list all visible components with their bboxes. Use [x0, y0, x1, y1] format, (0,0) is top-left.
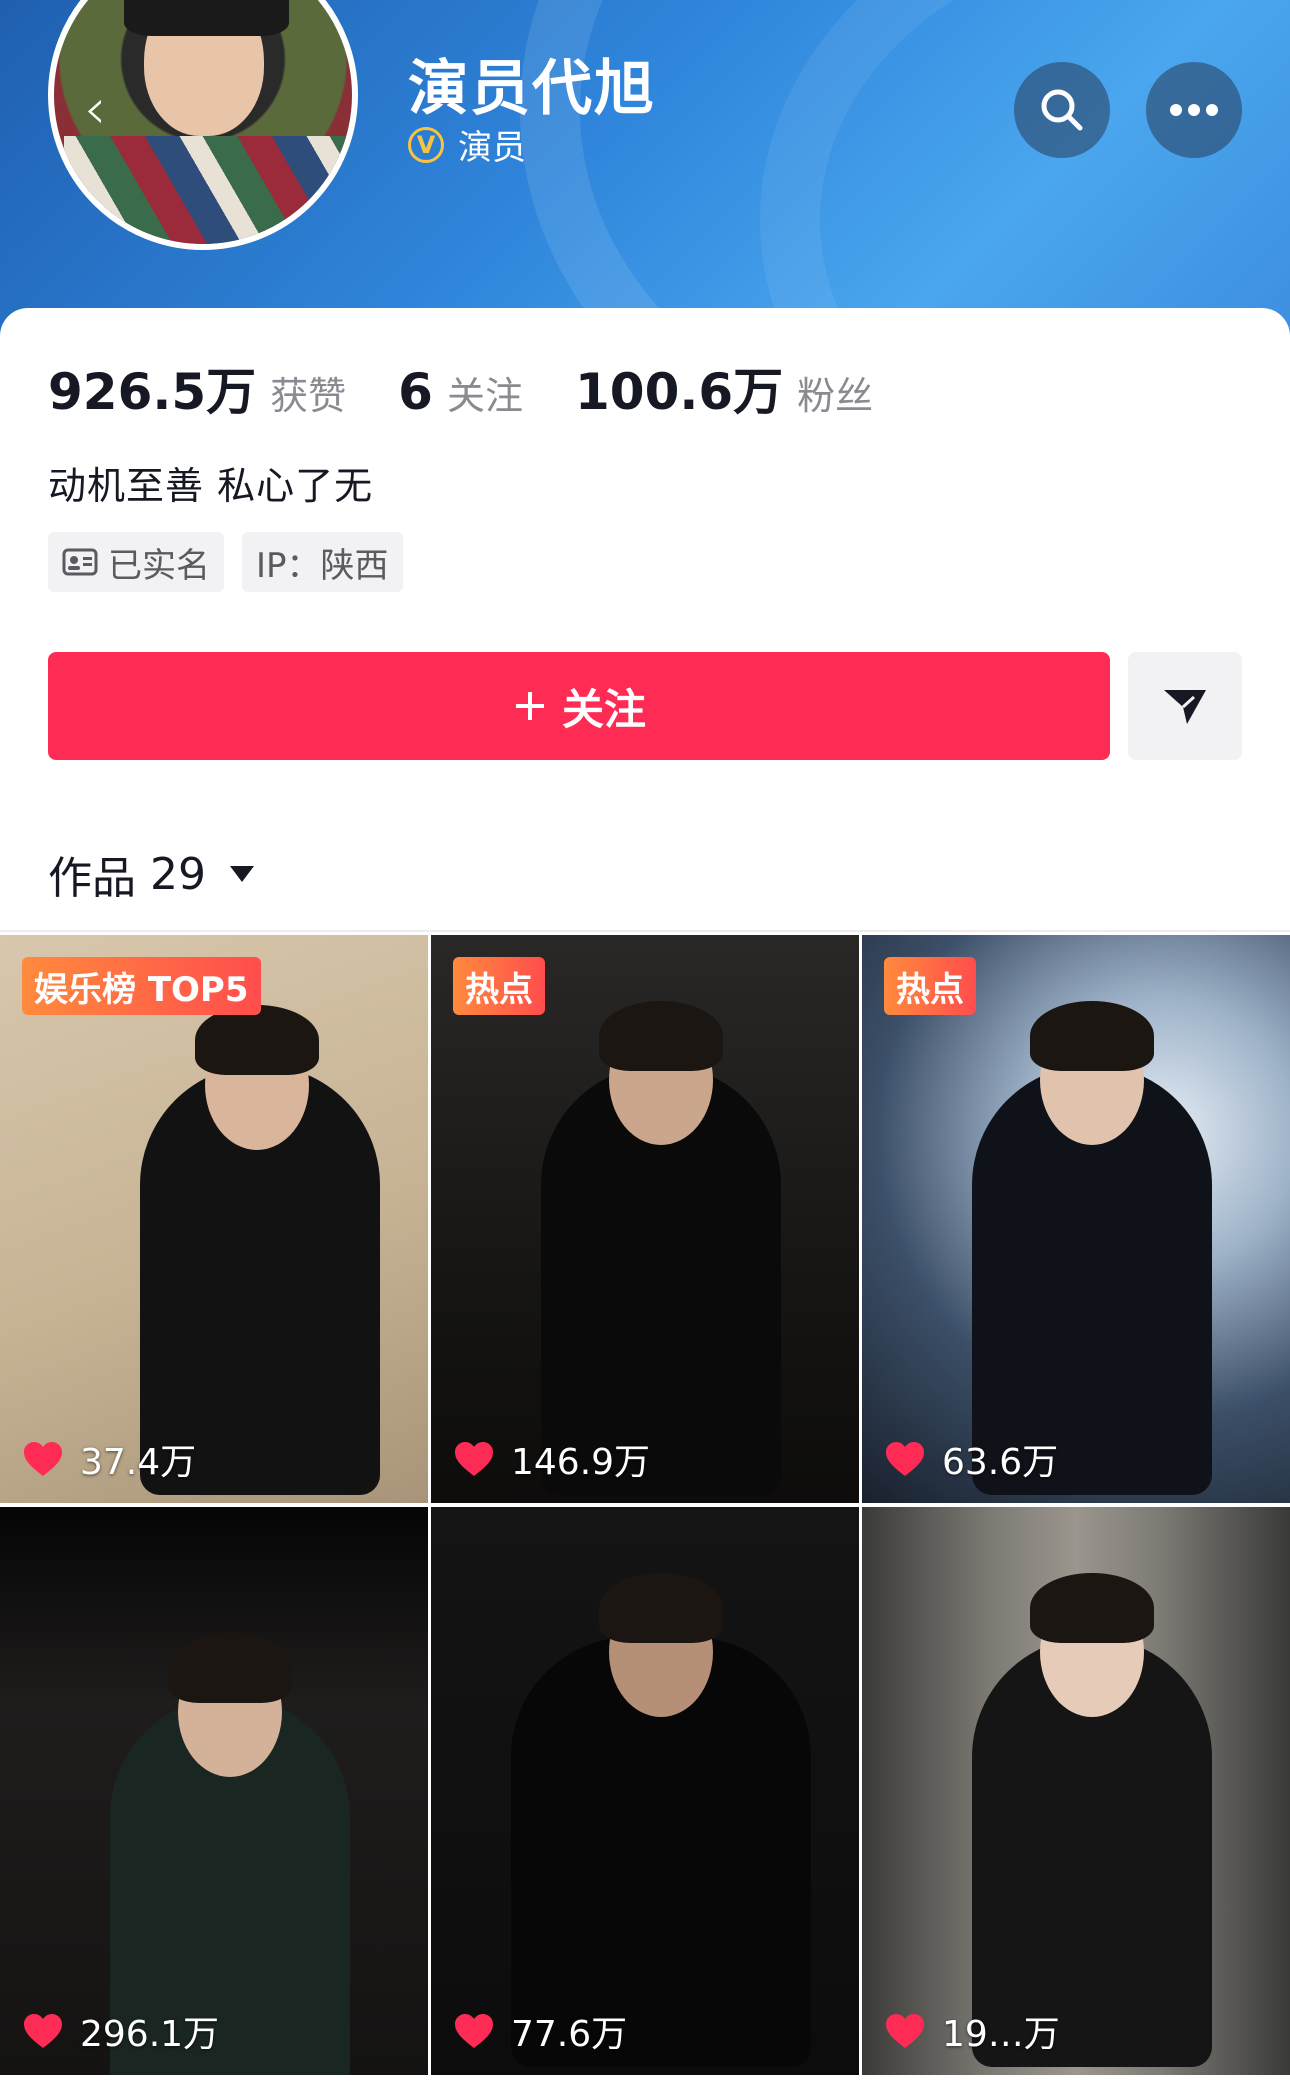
video-card[interactable]: 热点 146.9万 — [431, 935, 859, 1503]
verified-icon: V — [408, 126, 444, 163]
heart-icon — [24, 2014, 62, 2048]
stat-label: 获赞 — [270, 374, 347, 418]
follow-label: 关注 — [561, 684, 646, 734]
likes-count: 19…万 — [942, 2014, 1060, 2055]
verification: V 演员 — [408, 120, 526, 169]
more-icon — [1170, 104, 1218, 116]
likes-count: 37.4万 — [80, 1442, 197, 1483]
more-button[interactable] — [1146, 62, 1242, 158]
plus-icon — [515, 692, 544, 720]
likes-count: 63.6万 — [942, 1442, 1059, 1483]
avatar-hair — [124, 0, 289, 36]
tag-ip-location: IP：陕西 — [242, 532, 403, 592]
thumbnail-hair — [1030, 1001, 1154, 1071]
stat-value: 6 — [398, 363, 433, 421]
chevron-left-icon[interactable]: ‹ — [70, 80, 120, 140]
video-badge: 热点 — [453, 957, 545, 1015]
video-card[interactable]: 热点 63.6万 — [862, 935, 1290, 1503]
stat-likes[interactable]: 926.5万 获赞 — [48, 352, 346, 424]
tag-label: IP：陕西 — [256, 545, 389, 586]
video-badge: 热点 — [884, 957, 976, 1015]
follow-button[interactable]: 关注 — [48, 652, 1110, 760]
video-card[interactable]: 19…万 — [862, 1507, 1290, 2075]
stat-following[interactable]: 6 关注 — [398, 363, 523, 421]
stat-label: 粉丝 — [797, 374, 874, 418]
thumbnail-hair — [168, 1633, 292, 1703]
heart-icon — [455, 1442, 493, 1476]
heart-icon — [886, 2014, 924, 2048]
tag-real-name: 已实名 — [48, 532, 224, 592]
divider — [0, 930, 1290, 932]
stat-value: 100.6万 — [574, 363, 784, 421]
video-card[interactable]: 77.6万 — [431, 1507, 859, 2075]
thumbnail-hair — [1030, 1573, 1154, 1643]
profile-tags: 已实名 IP：陕西 — [48, 532, 403, 592]
works-label: 作品 — [48, 853, 136, 904]
caret-down-icon — [230, 866, 254, 882]
likes-count: 146.9万 — [511, 1442, 651, 1483]
stats-row: 926.5万 获赞 6 关注 100.6万 粉丝 — [48, 352, 925, 424]
avatar-sweater — [64, 136, 352, 244]
heart-icon — [886, 1442, 924, 1476]
search-icon — [1041, 89, 1083, 131]
video-likes: 19…万 — [884, 2005, 1060, 2057]
thumbnail-hair — [599, 1001, 723, 1071]
video-likes: 296.1万 — [22, 2005, 219, 2057]
video-card[interactable]: 296.1万 — [0, 1507, 428, 2075]
send-icon — [1164, 690, 1206, 724]
video-likes: 146.9万 — [453, 1433, 650, 1485]
bio-text: 动机至善 私心了无 — [48, 464, 374, 508]
message-button[interactable] — [1128, 652, 1242, 760]
thumbnail-hair — [599, 1573, 723, 1643]
works-tab[interactable]: 作品 29 — [48, 842, 254, 906]
video-likes: 77.6万 — [453, 2005, 627, 2057]
likes-count: 77.6万 — [511, 2014, 628, 2055]
thumbnail-hair — [195, 1005, 319, 1075]
verified-label: 演员 — [458, 128, 526, 168]
video-likes: 63.6万 — [884, 1433, 1058, 1485]
stat-label: 关注 — [446, 374, 523, 418]
likes-count: 296.1万 — [80, 2014, 220, 2055]
video-likes: 37.4万 — [22, 1433, 196, 1485]
profile-name: 演员代旭 — [408, 54, 656, 124]
id-card-icon — [62, 548, 98, 576]
heart-icon — [455, 2014, 493, 2048]
video-badge: 娱乐榜 TOP5 — [22, 957, 261, 1015]
video-card[interactable]: 娱乐榜 TOP5 37.4万 — [0, 935, 428, 1503]
header-decoration — [760, 0, 1290, 340]
stat-value: 926.5万 — [48, 363, 257, 421]
works-count: 29 — [150, 848, 206, 900]
search-button[interactable] — [1014, 62, 1110, 158]
heart-icon — [24, 1442, 62, 1476]
stat-followers[interactable]: 100.6万 粉丝 — [575, 352, 873, 424]
tag-label: 已实名 — [108, 545, 210, 586]
